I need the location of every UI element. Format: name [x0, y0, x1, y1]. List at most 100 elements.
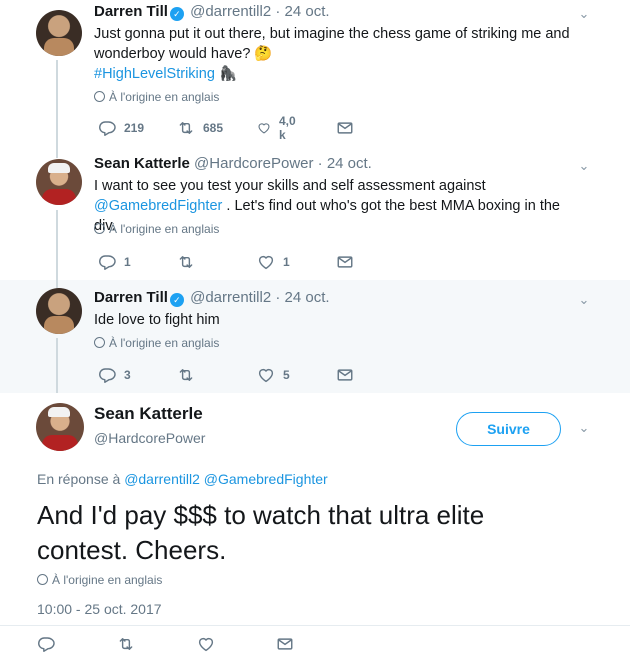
thread-tweet-3[interactable]: Darren Till ✓ @darrentill2 · 24 oct. ⌄ Id… [0, 280, 630, 393]
tweet-header: Darren Till ✓ @darrentill2 · 24 oct. [94, 3, 330, 21]
dm-button[interactable] [336, 252, 354, 272]
dm-button[interactable] [336, 365, 354, 385]
thread-connector [56, 280, 58, 288]
envelope-icon [336, 253, 354, 271]
globe-icon [94, 337, 105, 348]
reply-icon [98, 366, 116, 384]
envelope-icon [336, 366, 354, 384]
retweet-icon [177, 119, 195, 137]
verified-badge-icon: ✓ [169, 293, 184, 307]
envelope-icon [276, 635, 294, 653]
tweet-timestamp[interactable]: 10:00 - 25 oct. 2017 [37, 601, 162, 617]
reply-count: 219 [124, 121, 145, 135]
verified-badge-icon: ✓ [169, 7, 184, 21]
translation-note[interactable]: À l'origine en anglais [94, 336, 219, 350]
heart-icon [257, 366, 275, 384]
thread-connector [56, 150, 58, 158]
tweet-text-line: contest. Cheers. [37, 535, 227, 565]
retweet-count: 685 [203, 121, 224, 135]
translation-label: À l'origine en anglais [109, 336, 220, 350]
chevron-down-icon[interactable]: ⌄ [576, 420, 592, 436]
gorilla-emoji: 🦍 [218, 66, 237, 82]
translation-note[interactable]: À l'origine en anglais [94, 222, 219, 236]
heart-icon [257, 119, 271, 137]
author-name[interactable]: Sean Katterle [94, 404, 203, 424]
reply-context: En réponse à @darrentill2 @GamebredFight… [37, 471, 328, 487]
retweet-icon [177, 253, 195, 271]
reply-icon [37, 635, 55, 653]
reply-count: 3 [124, 368, 131, 382]
tweet-time[interactable]: · 24 oct. [275, 3, 329, 20]
globe-icon [94, 223, 105, 234]
tweet-text-line: Just gonna put it out there, but imagine… [94, 26, 570, 42]
hashtag-link[interactable]: #HighLevelStriking [94, 66, 215, 82]
reply-button[interactable]: 3 [98, 365, 131, 385]
like-count: 4,0 k [278, 114, 296, 142]
translation-label: À l'origine en anglais [109, 222, 220, 236]
retweet-button[interactable] [117, 634, 135, 654]
reply-icon [98, 119, 116, 137]
retweet-button[interactable]: 685 [177, 118, 223, 138]
dm-button[interactable] [276, 634, 294, 654]
tweet-time[interactable]: · 24 oct. [275, 289, 329, 306]
author-handle[interactable]: @darrentill2 [190, 3, 271, 20]
tweet-text-line: Ide love to fight him [94, 312, 220, 328]
author-handle[interactable]: @darrentill2 [190, 289, 271, 306]
translation-label: À l'origine en anglais [52, 573, 163, 587]
like-count: 1 [283, 255, 290, 269]
avatar[interactable] [36, 159, 82, 205]
main-tweet: Sean Katterle @HardcorePower Suivre ⌄ En… [0, 393, 630, 666]
thread-tweet-2[interactable]: Sean Katterle @HardcorePower · 24 oct. ⌄… [0, 150, 630, 280]
tweet-header: Sean Katterle @HardcorePower · 24 oct. [94, 155, 372, 172]
globe-icon [37, 574, 48, 585]
thread-connector [56, 338, 58, 393]
thread-connector [56, 60, 58, 150]
avatar[interactable] [36, 403, 84, 451]
avatar[interactable] [36, 10, 82, 56]
translation-note[interactable]: À l'origine en anglais [37, 573, 162, 587]
author-name[interactable]: Sean Katterle [94, 155, 190, 172]
reply-icon [98, 253, 116, 271]
tweet-text-line: And I'd pay $$$ to watch that ultra elit… [37, 500, 485, 530]
retweet-icon [177, 366, 195, 384]
heart-icon [197, 635, 215, 653]
dm-button[interactable] [336, 118, 354, 138]
like-button[interactable]: 4,0 k [257, 114, 300, 142]
tweet-text: Ide love to fight him [94, 310, 584, 330]
like-button[interactable]: 5 [257, 365, 290, 385]
retweet-button[interactable] [177, 365, 195, 385]
author-handle[interactable]: @HardcorePower [94, 430, 205, 446]
mention-link[interactable]: @GamebredFighter [94, 198, 222, 214]
follow-button[interactable]: Suivre [456, 412, 561, 446]
envelope-icon [336, 119, 354, 137]
chevron-down-icon[interactable]: ⌄ [576, 292, 592, 308]
chevron-down-icon[interactable]: ⌄ [576, 6, 592, 22]
divider [0, 625, 630, 626]
reply-button[interactable]: 219 [98, 118, 144, 138]
avatar[interactable] [36, 288, 82, 334]
heart-icon [257, 253, 275, 271]
translation-label: À l'origine en anglais [109, 90, 220, 104]
author-name[interactable]: Darren Till [94, 3, 168, 20]
author-name[interactable]: Darren Till [94, 289, 168, 306]
translation-note[interactable]: À l'origine en anglais [94, 90, 219, 104]
author-handle[interactable]: @HardcorePower [194, 155, 313, 172]
like-button[interactable]: 1 [257, 252, 290, 272]
thread-connector [56, 210, 58, 280]
reply-button[interactable] [37, 634, 55, 654]
mention-link[interactable]: @GamebredFighter [204, 471, 328, 487]
reply-button[interactable]: 1 [98, 252, 131, 272]
like-count: 5 [283, 368, 290, 382]
chevron-down-icon[interactable]: ⌄ [576, 158, 592, 174]
reply-prefix: En réponse à [37, 471, 121, 487]
retweet-icon [117, 635, 135, 653]
like-button[interactable] [197, 634, 215, 654]
tweet-text-line: I want to see you test your skills and s… [94, 178, 486, 194]
tweet-time[interactable]: · 24 oct. [318, 155, 372, 172]
tweet-header: Darren Till ✓ @darrentill2 · 24 oct. [94, 289, 330, 307]
reply-count: 1 [124, 255, 131, 269]
retweet-button[interactable] [177, 252, 195, 272]
mention-link[interactable]: @darrentill2 [124, 471, 200, 487]
tweet-text-line: wonderboy would have? 🤔 [94, 46, 273, 62]
thread-tweet-1[interactable]: Darren Till ✓ @darrentill2 · 24 oct. ⌄ Ju… [0, 0, 630, 150]
